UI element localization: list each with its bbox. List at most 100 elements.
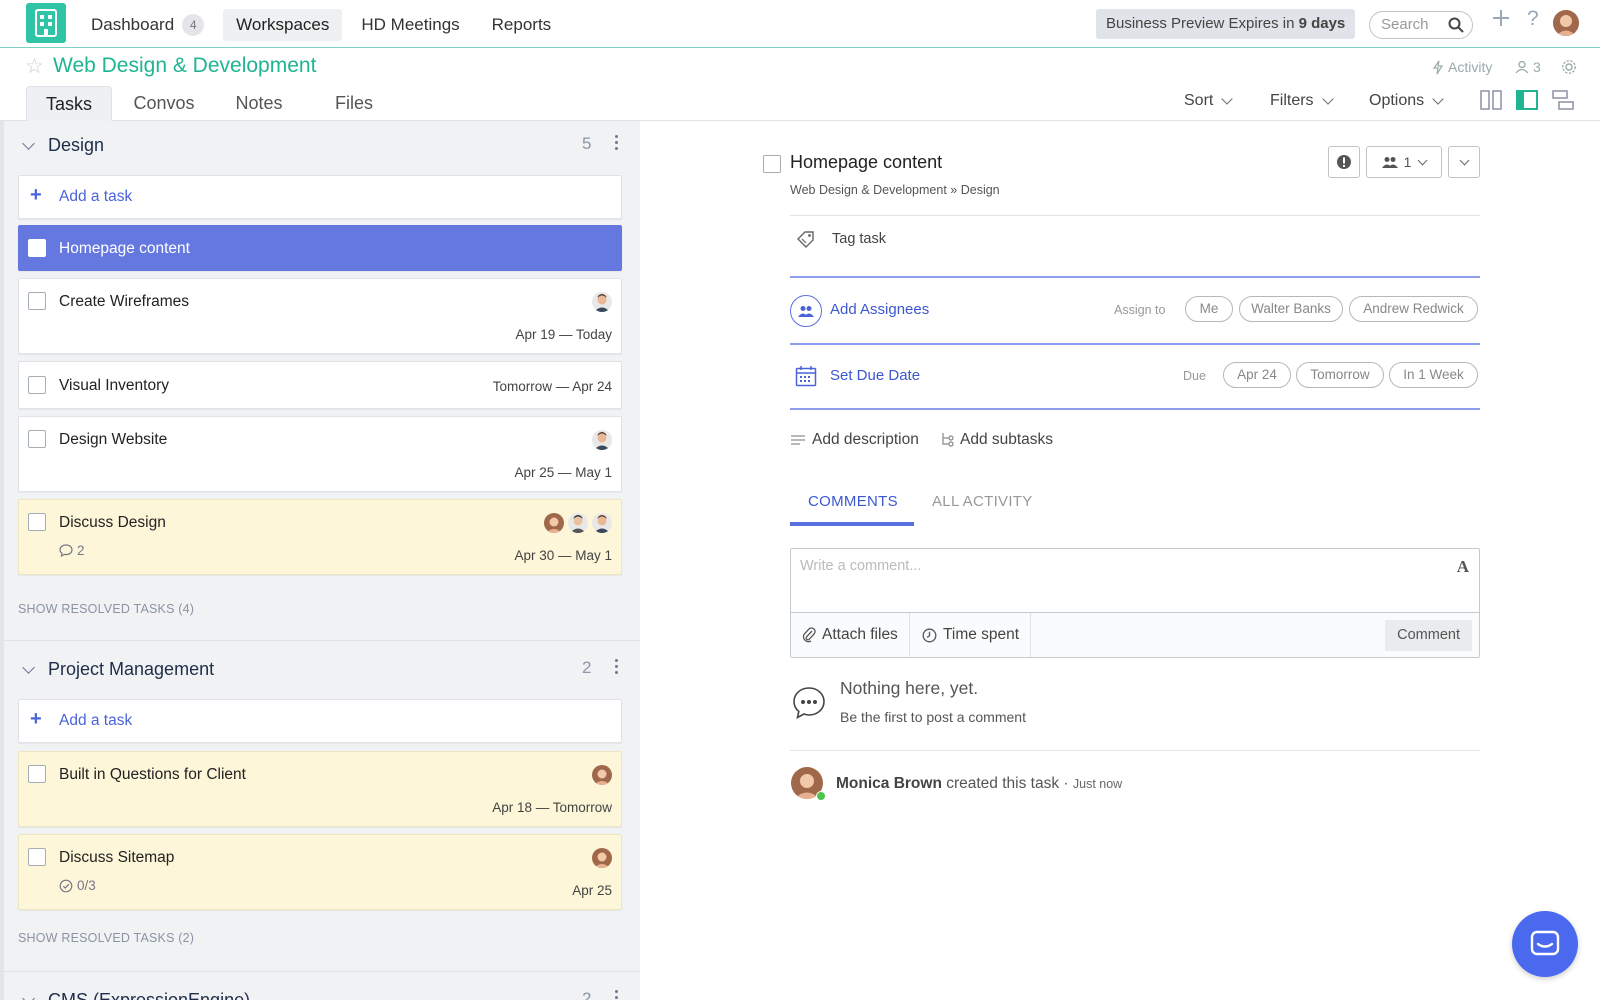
group-header-project-management[interactable]: Project Management 2 bbox=[4, 645, 640, 693]
text-format-icon[interactable]: A bbox=[1457, 557, 1469, 577]
avatar[interactable] bbox=[592, 513, 612, 533]
tab-convos[interactable]: Convos bbox=[124, 86, 204, 121]
task-checkbox[interactable] bbox=[28, 848, 46, 866]
timeline-view-icon[interactable] bbox=[1552, 90, 1574, 110]
filters-dropdown[interactable]: Filters bbox=[1270, 92, 1334, 110]
set-due-date-link[interactable]: Set Due Date bbox=[830, 367, 920, 384]
show-resolved-link[interactable]: SHOW RESOLVED TASKS (2) bbox=[18, 931, 194, 945]
preview-banner[interactable]: Business Preview Expires in 9 days bbox=[1096, 9, 1356, 39]
task-card-built-in-questions[interactable]: Built in Questions for Client Apr 18 — T… bbox=[18, 751, 622, 827]
split-view-icon[interactable] bbox=[1516, 90, 1538, 110]
detail-title[interactable]: Homepage content bbox=[790, 152, 942, 173]
tab-all-activity[interactable]: ALL ACTIVITY bbox=[932, 493, 1033, 510]
avatar[interactable] bbox=[592, 430, 612, 450]
more-dropdown[interactable] bbox=[1448, 146, 1480, 178]
board-view-icon[interactable] bbox=[1480, 90, 1502, 110]
chat-launcher-button[interactable] bbox=[1512, 911, 1578, 977]
add-description-button[interactable]: Add description bbox=[790, 431, 919, 449]
kebab-menu-icon[interactable] bbox=[615, 135, 619, 153]
tab-comments[interactable]: COMMENTS bbox=[808, 493, 898, 510]
kebab-menu-icon[interactable] bbox=[615, 659, 619, 677]
comment-button[interactable]: Comment bbox=[1385, 620, 1472, 651]
nav-workspaces[interactable]: Workspaces bbox=[223, 9, 343, 41]
options-dropdown[interactable]: Options bbox=[1369, 92, 1444, 110]
priority-button[interactable] bbox=[1328, 146, 1360, 178]
due-option-tomorrow[interactable]: Tomorrow bbox=[1296, 362, 1384, 388]
task-card-discuss-design[interactable]: Discuss Design 2 Apr 30 — May 1 bbox=[18, 499, 622, 575]
task-card-discuss-sitemap[interactable]: Discuss Sitemap 0/3 Apr 25 bbox=[18, 834, 622, 910]
comment-input[interactable]: Write a comment... bbox=[791, 549, 1479, 613]
task-checkbox[interactable] bbox=[28, 430, 46, 448]
sort-dropdown[interactable]: Sort bbox=[1184, 92, 1234, 110]
task-checkbox[interactable] bbox=[28, 376, 46, 394]
breadcrumb-group[interactable]: Design bbox=[961, 183, 1000, 197]
kebab-menu-icon[interactable] bbox=[615, 990, 619, 1000]
gear-icon[interactable] bbox=[1561, 59, 1577, 75]
alert-icon bbox=[1337, 155, 1351, 169]
breadcrumb-project[interactable]: Web Design & Development bbox=[790, 183, 947, 197]
add-task-label: Add a task bbox=[59, 188, 133, 205]
question-icon[interactable]: ? bbox=[1527, 7, 1539, 31]
assignees-icon-button[interactable] bbox=[790, 295, 822, 327]
nav-hd-meetings[interactable]: HD Meetings bbox=[348, 9, 472, 41]
plus-icon[interactable] bbox=[1491, 8, 1511, 34]
group-title: CMS (ExpressionEngine) bbox=[48, 990, 251, 1000]
assign-option-walter-banks[interactable]: Walter Banks bbox=[1239, 296, 1343, 322]
avatar[interactable] bbox=[592, 292, 612, 312]
due-option-apr-24[interactable]: Apr 24 bbox=[1223, 362, 1291, 388]
nav-reports[interactable]: Reports bbox=[479, 9, 565, 41]
task-checkbox[interactable] bbox=[28, 765, 46, 783]
task-card-create-wireframes[interactable]: Create Wireframes Apr 19 — Today bbox=[18, 278, 622, 354]
tab-tasks[interactable]: Tasks bbox=[26, 86, 112, 121]
add-subtasks-button[interactable]: Add subtasks bbox=[940, 431, 1053, 449]
tab-notes[interactable]: Notes bbox=[222, 86, 296, 121]
calendar-icon[interactable] bbox=[795, 365, 817, 387]
attach-files-button[interactable]: Attach files bbox=[791, 613, 910, 657]
nav-dashboard[interactable]: Dashboard 4 bbox=[78, 8, 217, 42]
avatar[interactable] bbox=[568, 513, 588, 533]
members-link[interactable]: 3 bbox=[1515, 59, 1541, 75]
activity-user[interactable]: Monica Brown bbox=[836, 775, 942, 792]
search-input[interactable]: Search bbox=[1369, 11, 1473, 39]
avatar[interactable] bbox=[592, 848, 612, 868]
assignees-dropdown[interactable]: 1 bbox=[1366, 146, 1442, 178]
chevron-down-icon[interactable] bbox=[22, 661, 35, 674]
divider bbox=[790, 215, 1480, 216]
show-resolved-link[interactable]: SHOW RESOLVED TASKS (4) bbox=[18, 602, 194, 616]
plus-icon: + bbox=[30, 184, 42, 206]
task-checkbox[interactable] bbox=[28, 292, 46, 310]
chevron-down-icon[interactable] bbox=[22, 137, 35, 150]
due-option-in-1-week[interactable]: In 1 Week bbox=[1389, 362, 1478, 388]
project-header: ☆ Web Design & Development Activity 3 bbox=[0, 48, 1600, 86]
task-card-design-website[interactable]: Design Website Apr 25 — May 1 bbox=[18, 416, 622, 492]
group-header-cms[interactable]: CMS (ExpressionEngine) 2 bbox=[4, 976, 640, 1000]
user-avatar[interactable] bbox=[1553, 10, 1579, 36]
add-task-button[interactable]: + Add a task bbox=[18, 699, 622, 743]
task-card-visual-inventory[interactable]: Visual Inventory Tomorrow — Apr 24 bbox=[18, 361, 622, 409]
tab-tasks-label: Tasks bbox=[45, 94, 92, 114]
task-checkbox[interactable] bbox=[28, 239, 46, 257]
group-header-design[interactable]: Design 5 bbox=[4, 121, 640, 169]
tag-icon bbox=[797, 231, 814, 248]
task-card-homepage-content[interactable]: Homepage content bbox=[18, 225, 622, 271]
dashboard-badge: 4 bbox=[182, 14, 205, 36]
app-logo[interactable] bbox=[26, 3, 66, 43]
activity-link[interactable]: Activity bbox=[1432, 59, 1492, 75]
assign-option-me[interactable]: Me bbox=[1185, 296, 1233, 322]
task-title: Discuss Sitemap bbox=[59, 849, 175, 866]
check-circle-icon bbox=[59, 879, 73, 892]
filters-label: Filters bbox=[1270, 92, 1314, 109]
detail-checkbox[interactable] bbox=[763, 155, 781, 173]
group-count: 2 bbox=[582, 989, 592, 1000]
task-checkbox[interactable] bbox=[28, 513, 46, 531]
add-assignees-link[interactable]: Add Assignees bbox=[830, 301, 929, 318]
project-tabs: Tasks Convos Notes Files Sort Filters Op… bbox=[0, 86, 1600, 121]
time-spent-button[interactable]: Time spent bbox=[911, 613, 1032, 657]
star-icon[interactable]: ☆ bbox=[25, 54, 44, 79]
tab-files[interactable]: Files bbox=[318, 86, 390, 121]
avatar[interactable] bbox=[544, 513, 564, 533]
assign-option-andrew-redwick[interactable]: Andrew Redwick bbox=[1349, 296, 1478, 322]
chevron-down-icon[interactable] bbox=[22, 992, 35, 1000]
add-task-button[interactable]: + Add a task bbox=[18, 175, 622, 219]
avatar[interactable] bbox=[592, 765, 612, 785]
